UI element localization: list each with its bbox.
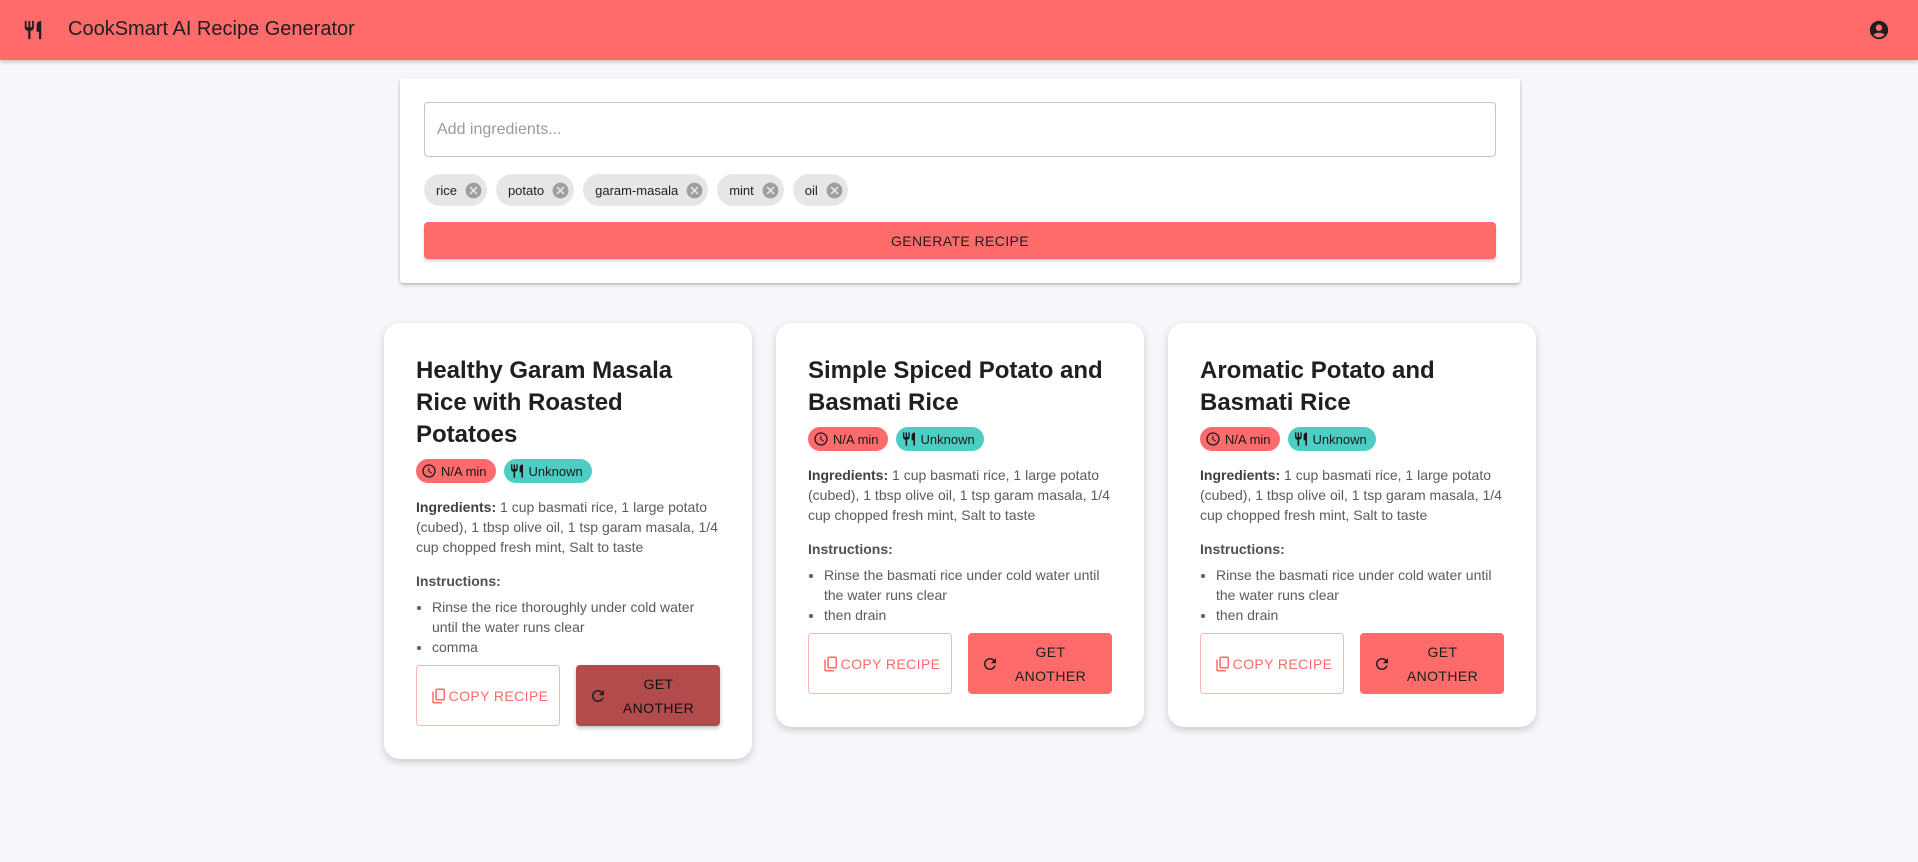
cuisine-label: Unknown — [1312, 431, 1367, 447]
refresh-icon — [984, 657, 996, 670]
ingredient-input[interactable] — [424, 102, 1496, 157]
cancel-icon[interactable] — [685, 181, 704, 200]
copy-recipe-label: COPY RECIPE — [840, 655, 941, 672]
recipe-card: Simple Spiced Potato and Basmati Rice N/… — [776, 323, 1144, 727]
clock-icon — [422, 464, 436, 478]
recipe-actions: COPY RECIPE GET ANOTHER — [1200, 633, 1504, 727]
app-bar: CookSmart AI Recipe Generator — [0, 0, 1918, 60]
copy-icon — [824, 656, 837, 671]
ingredient-chips: rice potato garam-masala mint oil — [424, 174, 848, 206]
time-label: N/A min — [833, 431, 879, 447]
ingredient-chip: mint — [717, 174, 784, 206]
instructions-list: Rinse the basmati rice under cold water … — [1200, 565, 1504, 625]
copy-recipe-button[interactable]: COPY RECIPE — [808, 633, 952, 694]
instruction-step: Rinse the basmati rice under cold water … — [1216, 565, 1504, 605]
get-another-label: GET ANOTHER — [1406, 643, 1479, 684]
refresh-icon — [1376, 657, 1388, 670]
restaurant-icon — [24, 20, 42, 40]
recipe-badges: N/A min Unknown — [416, 459, 720, 483]
restaurant-icon — [1294, 432, 1307, 446]
recipe-title: Aromatic Potato and Basmati Rice — [1200, 357, 1435, 416]
clock-icon — [814, 432, 828, 446]
chip-delete-icon[interactable] — [551, 181, 570, 200]
refresh-icon — [592, 689, 604, 702]
instructions-list: Rinse the rice thoroughly under cold wat… — [416, 597, 720, 657]
restaurant-icon — [510, 464, 523, 478]
ingredients-text: Ingredients: 1 cup basmati rice, 1 large… — [1200, 465, 1504, 525]
ingredients-label: Ingredients: — [808, 467, 889, 483]
clock-icon — [1206, 432, 1220, 446]
instruction-step: comma — [432, 637, 720, 657]
generate-recipe-button[interactable]: GENERATE RECIPE — [424, 222, 1496, 259]
chip-label: garam-masala — [595, 182, 679, 198]
cancel-icon[interactable] — [825, 181, 844, 200]
ingredient-chip: potato — [495, 174, 575, 206]
copy-recipe-button[interactable]: COPY RECIPE — [416, 665, 560, 726]
instruction-step: then drain — [1216, 605, 1504, 625]
recipe-card: Aromatic Potato and Basmati Rice N/A min… — [1168, 323, 1536, 727]
time-badge: N/A min — [808, 427, 888, 451]
time-label: N/A min — [1225, 431, 1271, 447]
recipe-badges: N/A min Unknown — [808, 427, 1112, 451]
copy-icon — [432, 688, 445, 703]
instruction-step: then drain — [824, 605, 1112, 625]
recipe-title: Simple Spiced Potato and Basmati Rice — [808, 357, 1103, 416]
ingredients-text: Ingredients: 1 cup basmati rice, 1 large… — [416, 497, 720, 557]
cuisine-badge: Unknown — [1287, 427, 1376, 451]
cuisine-label: Unknown — [920, 431, 975, 447]
get-another-button[interactable]: GET ANOTHER — [1360, 633, 1504, 694]
copy-recipe-button[interactable]: COPY RECIPE — [1200, 633, 1344, 694]
cancel-icon[interactable] — [551, 181, 570, 200]
chip-label: mint — [729, 182, 754, 198]
cancel-icon[interactable] — [464, 181, 483, 200]
time-badge: N/A min — [1200, 427, 1280, 451]
recipe-badges: N/A min Unknown — [1200, 427, 1504, 451]
recipe-card: Healthy Garam Masala Rice with Roasted P… — [384, 323, 752, 759]
app-title: CookSmart AI Recipe Generator — [68, 18, 355, 40]
instruction-step: Rinse the rice thoroughly under cold wat… — [432, 597, 720, 637]
get-another-button[interactable]: GET ANOTHER — [576, 665, 720, 726]
recipe-actions: COPY RECIPE GET ANOTHER — [808, 633, 1112, 727]
account-circle-icon[interactable] — [1868, 19, 1890, 41]
restaurant-icon — [902, 432, 915, 446]
get-another-label: GET ANOTHER — [1014, 643, 1087, 684]
ingredient-chip: oil — [792, 174, 848, 206]
recipe-actions: COPY RECIPE GET ANOTHER — [416, 665, 720, 759]
chip-delete-icon[interactable] — [685, 181, 704, 200]
chip-delete-icon[interactable] — [825, 181, 844, 200]
instructions-label: Instructions: — [808, 541, 893, 557]
ingredient-input-card: rice potato garam-masala mint oil GENERA… — [400, 78, 1520, 283]
cuisine-label: Unknown — [528, 463, 583, 479]
copy-recipe-label: COPY RECIPE — [1232, 655, 1333, 672]
get-another-label: GET ANOTHER — [622, 675, 695, 716]
get-another-button[interactable]: GET ANOTHER — [968, 633, 1112, 694]
instructions-list: Rinse the basmati rice under cold water … — [808, 565, 1112, 625]
instruction-step: Rinse the basmati rice under cold water … — [824, 565, 1112, 605]
chip-delete-icon[interactable] — [761, 181, 780, 200]
chip-label: rice — [436, 182, 457, 198]
ingredient-chip: rice — [424, 174, 487, 206]
recipe-title: Healthy Garam Masala Rice with Roasted P… — [416, 357, 673, 448]
time-label: N/A min — [441, 463, 487, 479]
ingredient-chip: garam-masala — [583, 174, 709, 206]
ingredients-label: Ingredients: — [1200, 467, 1281, 483]
instructions-label: Instructions: — [1200, 541, 1285, 557]
chip-label: potato — [507, 182, 545, 198]
ingredients-label: Ingredients: — [416, 499, 497, 515]
cuisine-badge: Unknown — [895, 427, 984, 451]
cuisine-badge: Unknown — [503, 459, 592, 483]
copy-icon — [1216, 656, 1229, 671]
instructions-label: Instructions: — [416, 573, 501, 589]
time-badge: N/A min — [416, 459, 496, 483]
chip-label: oil — [804, 182, 818, 198]
chip-delete-icon[interactable] — [464, 181, 483, 200]
copy-recipe-label: COPY RECIPE — [448, 687, 549, 704]
cancel-icon[interactable] — [761, 181, 780, 200]
ingredients-text: Ingredients: 1 cup basmati rice, 1 large… — [808, 465, 1112, 525]
